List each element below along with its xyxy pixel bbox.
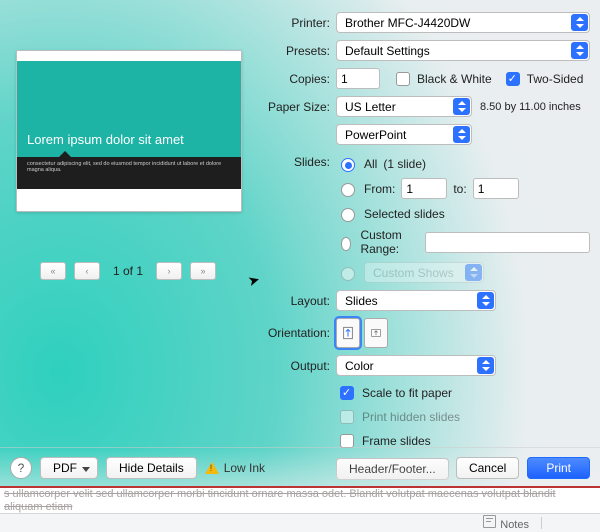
window-status-bar: Notes bbox=[0, 513, 600, 532]
print-button[interactable]: Print bbox=[527, 457, 590, 479]
copies-label: Copies: bbox=[260, 72, 336, 86]
help-button[interactable]: ? bbox=[10, 457, 32, 479]
slides-count: (1 slide) bbox=[383, 157, 426, 171]
slides-from-label: From: bbox=[364, 182, 395, 196]
print-hidden-label: Print hidden slides bbox=[362, 410, 460, 424]
pager-last-button[interactable]: » bbox=[190, 262, 216, 280]
slides-to-input[interactable] bbox=[473, 178, 519, 199]
print-preview: Lorem ipsum dolor sit amet consectetur a… bbox=[16, 50, 242, 212]
orientation-portrait-button[interactable] bbox=[336, 318, 360, 348]
slides-label: Slides: bbox=[260, 155, 336, 169]
cancel-button[interactable]: Cancel bbox=[456, 457, 519, 479]
slides-to-label: to: bbox=[453, 182, 466, 196]
slide-body: Lorem ipsum dolor sit amet bbox=[17, 61, 241, 157]
slides-custom-range-radio[interactable] bbox=[341, 237, 351, 251]
pager-prev-button[interactable]: ‹ bbox=[74, 262, 100, 280]
presets-label: Presets: bbox=[260, 44, 336, 58]
scale-fit-label: Scale to fit paper bbox=[362, 386, 452, 400]
slides-from-input[interactable] bbox=[401, 178, 447, 199]
low-ink-label: Low Ink bbox=[224, 461, 265, 475]
presets-select[interactable]: Default Settings bbox=[336, 40, 590, 61]
slide-notch bbox=[59, 151, 71, 157]
status-separator bbox=[541, 517, 542, 529]
notes-button[interactable]: Notes bbox=[483, 515, 529, 531]
print-hidden-checkbox bbox=[340, 410, 354, 424]
scale-fit-checkbox[interactable] bbox=[340, 386, 354, 400]
orientation-landscape-button[interactable] bbox=[364, 318, 388, 348]
custom-range-input[interactable] bbox=[425, 232, 590, 253]
dialog-bottom-bar: ? PDF Hide Details Low Ink Cancel Print bbox=[0, 447, 600, 488]
document-background-strip: s ullamcorper velit sed ullamcorper morb… bbox=[0, 486, 600, 514]
app-select[interactable]: PowerPoint bbox=[336, 124, 472, 145]
pdf-menu-button[interactable]: PDF bbox=[40, 457, 98, 479]
print-dialog-form: Printer: Brother MFC-J4420DW Presets: De… bbox=[260, 12, 590, 487]
slides-custom-range-label: Custom Range: bbox=[360, 228, 419, 256]
preview-pager: « ‹ 1 of 1 › » bbox=[40, 262, 216, 280]
pager-next-button[interactable]: › bbox=[156, 262, 182, 280]
bw-label: Black & White bbox=[417, 72, 492, 86]
notes-icon bbox=[483, 515, 496, 528]
doc-line1: s ullamcorper velit sed ullamcorper morb… bbox=[4, 488, 556, 513]
paper-dimensions: 8.50 by 11.00 inches bbox=[480, 101, 581, 113]
low-ink-warning: Low Ink bbox=[205, 461, 265, 475]
custom-shows-select: Custom Shows bbox=[364, 262, 484, 283]
slides-selected-label: Selected slides bbox=[364, 207, 445, 221]
landscape-page-icon bbox=[371, 324, 381, 342]
orientation-label: Orientation: bbox=[260, 326, 336, 340]
frame-slides-label: Frame slides bbox=[362, 434, 431, 448]
copies-input[interactable] bbox=[336, 68, 380, 89]
two-sided-checkbox[interactable] bbox=[506, 72, 520, 86]
printer-select[interactable]: Brother MFC-J4420DW bbox=[336, 12, 590, 33]
paper-size-label: Paper Size: bbox=[260, 100, 336, 114]
layout-select[interactable]: Slides bbox=[336, 290, 496, 311]
slide-title: Lorem ipsum dolor sit amet bbox=[17, 132, 184, 157]
output-label: Output: bbox=[260, 359, 336, 373]
slides-all-radio[interactable] bbox=[341, 158, 355, 172]
hide-details-button[interactable]: Hide Details bbox=[106, 457, 197, 479]
bw-checkbox[interactable] bbox=[396, 72, 410, 86]
slides-from-radio[interactable] bbox=[341, 183, 355, 197]
layout-label: Layout: bbox=[260, 294, 336, 308]
slide-subtitle: consectetur adipiscing elit, sed do eius… bbox=[27, 161, 221, 173]
frame-slides-checkbox[interactable] bbox=[340, 434, 354, 448]
pager-first-button[interactable]: « bbox=[40, 262, 66, 280]
slide-margin-bottom bbox=[17, 189, 241, 211]
page-indicator: 1 of 1 bbox=[108, 264, 148, 278]
slides-custom-shows-radio bbox=[341, 267, 355, 281]
slides-all-label: All bbox=[364, 157, 377, 171]
slides-selected-radio[interactable] bbox=[341, 208, 355, 222]
printer-label: Printer: bbox=[260, 16, 336, 30]
two-sided-label: Two-Sided bbox=[527, 72, 584, 86]
portrait-page-icon bbox=[343, 324, 353, 342]
slide-margin-top bbox=[17, 51, 241, 61]
paper-size-select[interactable]: US Letter bbox=[336, 96, 472, 117]
output-select[interactable]: Color bbox=[336, 355, 496, 376]
warning-icon bbox=[205, 462, 219, 474]
slide-footer: consectetur adipiscing elit, sed do eius… bbox=[17, 157, 241, 189]
